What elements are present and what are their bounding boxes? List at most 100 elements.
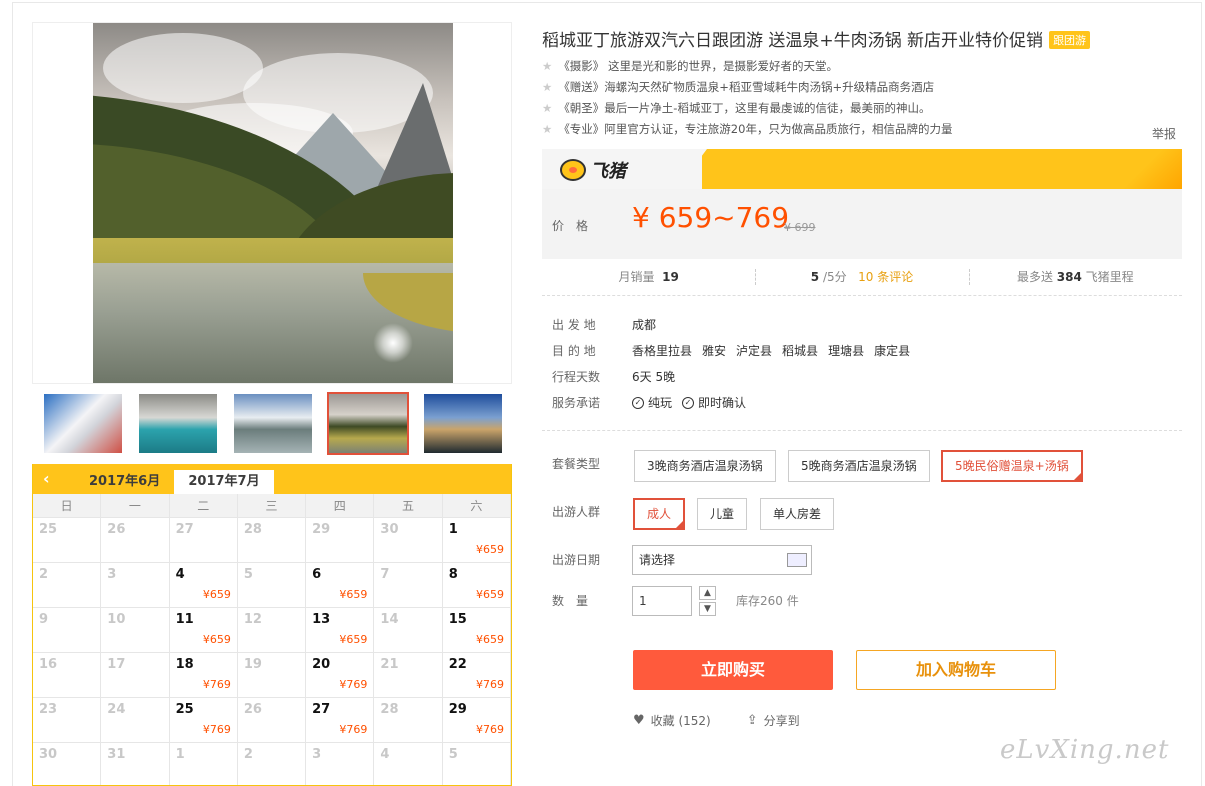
star-icon: ★ bbox=[542, 80, 553, 94]
day-number: 22 bbox=[448, 657, 467, 672]
quantity-input[interactable]: 1 bbox=[632, 586, 692, 616]
package-option-3-selected[interactable]: 5晚民俗赠温泉+汤锅 bbox=[941, 450, 1083, 482]
calendar-day: 1 bbox=[170, 743, 238, 785]
thumbnail-strip bbox=[32, 384, 512, 464]
package-option-2[interactable]: 5晚商务酒店温泉汤锅 bbox=[788, 450, 930, 482]
calendar-day: 14 bbox=[374, 608, 443, 653]
price-calendar: ‹ 2017年6月 2017年7月 日一二三四五六 25 26 27 28 29 30 1 ¥… bbox=[32, 464, 512, 786]
day-number: 6 bbox=[312, 567, 322, 582]
day-number: 1 bbox=[448, 522, 458, 537]
heart-icon: ♥ bbox=[633, 713, 645, 728]
reviews-link[interactable]: 10 条评论 bbox=[858, 270, 913, 284]
calendar-day[interactable]: 27 ¥769 bbox=[306, 698, 375, 743]
calendar-day[interactable]: 1 ¥659 bbox=[442, 518, 511, 563]
calendar-day: 19 bbox=[237, 653, 307, 698]
weekday-row: 日一二三四五六 bbox=[33, 494, 511, 518]
calendar-day: 30 bbox=[33, 743, 102, 785]
divider bbox=[542, 430, 1182, 431]
destination-item: 稻城县 bbox=[782, 344, 819, 358]
day-number: 28 bbox=[243, 522, 262, 537]
weekday-header: 四 bbox=[306, 494, 375, 517]
promise-item: ✓ 即时确认 bbox=[682, 390, 746, 416]
calendar-day: 25 bbox=[33, 518, 102, 563]
calendar-day[interactable]: 4 ¥659 bbox=[169, 563, 238, 608]
calendar-month-tab-active[interactable]: 2017年7月 bbox=[174, 470, 274, 494]
day-number: 5 bbox=[448, 747, 458, 762]
calendar-day[interactable]: 11 ¥659 bbox=[169, 608, 238, 653]
weekday-header: 日 bbox=[33, 494, 102, 517]
weekday-header: 三 bbox=[238, 494, 307, 517]
star-icon: ★ bbox=[542, 59, 553, 73]
quantity-label: 数 量 bbox=[552, 594, 589, 608]
day-number: 5 bbox=[243, 567, 253, 582]
quantity-down-icon[interactable]: ▼ bbox=[699, 602, 716, 616]
miles: 最多送 384 飞猪里程 bbox=[968, 260, 1182, 295]
day-price: ¥659 bbox=[202, 633, 231, 646]
day-number: 27 bbox=[312, 702, 331, 717]
thumbnail-3[interactable] bbox=[232, 392, 314, 455]
day-price: ¥769 bbox=[202, 678, 231, 691]
day-number: 1 bbox=[175, 747, 185, 762]
days-label: 行程天数 bbox=[552, 370, 601, 384]
calendar-day[interactable]: 18 ¥769 bbox=[169, 653, 238, 698]
promise-list: ✓ 纯玩 ✓ 即时确认 bbox=[632, 390, 746, 416]
day-number: 7 bbox=[380, 567, 390, 582]
day-number: 23 bbox=[39, 702, 58, 717]
weekday-header: 二 bbox=[170, 494, 238, 517]
day-number: 31 bbox=[107, 747, 126, 762]
crowd-option-single-room[interactable]: 单人房差 bbox=[760, 498, 835, 530]
thumbnail-2[interactable] bbox=[137, 392, 219, 455]
stock-text: 库存260 件 bbox=[736, 594, 799, 608]
day-number: 28 bbox=[380, 702, 399, 717]
thumbnail-4-selected[interactable] bbox=[327, 392, 409, 455]
crowd-option-adult-selected[interactable]: 成人 bbox=[633, 498, 686, 530]
prev-month-arrow-icon[interactable]: ‹ bbox=[43, 469, 63, 489]
pig-logo-icon bbox=[560, 159, 586, 181]
calendar-day: 7 bbox=[374, 563, 443, 608]
share-button[interactable]: ⇪ 分享到 bbox=[747, 712, 800, 729]
day-number: 29 bbox=[448, 702, 467, 717]
quantity-up-icon[interactable]: ▲ bbox=[699, 586, 716, 600]
report-link[interactable]: 举报 bbox=[1152, 125, 1176, 142]
add-to-cart-button[interactable]: 加入购物车 bbox=[856, 650, 1056, 690]
day-number: 29 bbox=[312, 522, 331, 537]
day-price: ¥659 bbox=[475, 543, 504, 556]
price-label: 价格 bbox=[552, 219, 601, 233]
price-value: ¥ 659~769 bbox=[632, 201, 790, 234]
buy-now-button[interactable]: 立即购买 bbox=[633, 650, 833, 690]
destination-item: 香格里拉县 bbox=[632, 344, 693, 358]
calendar-day[interactable]: 13 ¥659 bbox=[306, 608, 375, 653]
calendar-day[interactable]: 15 ¥659 bbox=[442, 608, 511, 653]
day-price: ¥769 bbox=[475, 678, 504, 691]
favorite-button[interactable]: ♥ 收藏 (152) bbox=[633, 712, 711, 729]
calendar-day: 4 bbox=[374, 743, 443, 785]
day-price: ¥769 bbox=[475, 723, 504, 736]
thumbnail-1[interactable] bbox=[42, 392, 124, 455]
calendar-day: 26 bbox=[237, 698, 307, 743]
date-input[interactable]: 请选择 bbox=[632, 545, 812, 575]
calendar-day[interactable]: 20 ¥769 bbox=[306, 653, 375, 698]
calendar-day[interactable]: 22 ¥769 bbox=[442, 653, 511, 698]
calendar-day[interactable]: 25 ¥769 bbox=[169, 698, 238, 743]
calendar-icon[interactable] bbox=[787, 553, 807, 567]
calendar-month-tab[interactable]: 2017年6月 bbox=[75, 470, 174, 494]
tour-attributes: 出 发 地 成都 目 的 地 香格里拉县 雅安 泸定县 稻城县 理塘县 康定县 行程天数 6天 … bbox=[552, 312, 1172, 416]
day-number: 15 bbox=[448, 612, 467, 627]
thumbnail-5[interactable] bbox=[422, 392, 504, 455]
day-number: 20 bbox=[312, 657, 331, 672]
promise-label: 服务承诺 bbox=[552, 396, 601, 410]
share-icon: ⇪ bbox=[746, 713, 758, 728]
days-value: 6天 5晚 bbox=[632, 370, 676, 384]
calendar-day[interactable]: 6 ¥659 bbox=[306, 563, 375, 608]
package-option-1[interactable]: 3晚商务酒店温泉汤锅 bbox=[634, 450, 776, 482]
destination-list: 香格里拉县 雅安 泸定县 稻城县 理塘县 康定县 bbox=[632, 338, 910, 364]
day-number: 16 bbox=[39, 657, 58, 672]
calendar-header: ‹ 2017年6月 2017年7月 bbox=[33, 464, 511, 494]
day-price: ¥659 bbox=[475, 633, 504, 646]
crowd-option-child[interactable]: 儿童 bbox=[697, 498, 748, 530]
calendar-day: 28 bbox=[374, 698, 443, 743]
day-number: 18 bbox=[175, 657, 194, 672]
calendar-day[interactable]: 8 ¥659 bbox=[442, 563, 511, 608]
calendar-day[interactable]: 29 ¥769 bbox=[442, 698, 511, 743]
crowd-label: 出游人群 bbox=[552, 505, 601, 519]
